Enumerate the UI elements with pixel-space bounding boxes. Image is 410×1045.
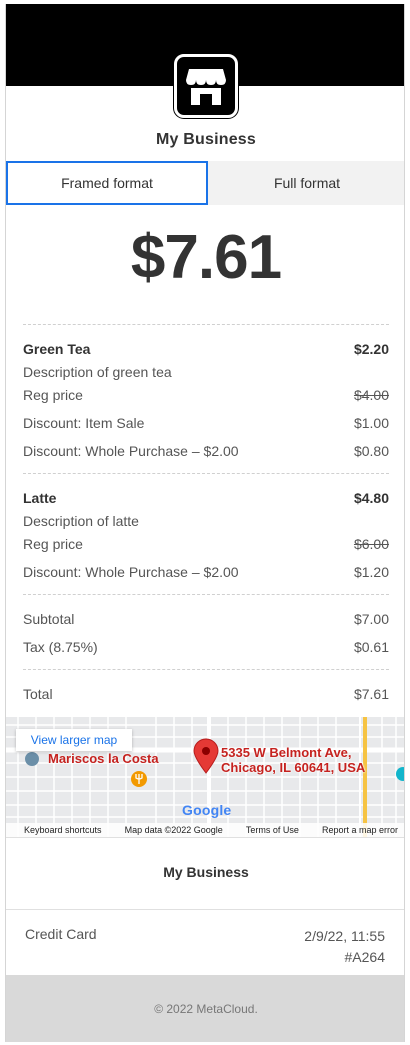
reg-price-row: Reg price $6.00 [23,534,389,554]
terms-of-use-link[interactable]: Terms of Use [246,825,299,835]
item-name: Latte [23,490,57,506]
map-address-line2: Chicago, IL 60641, USA [221,760,366,775]
reg-price-label: Reg price [23,387,83,403]
discount-value: $0.80 [353,443,389,459]
discount-value: $1.20 [353,564,389,580]
discount-value: $1.00 [353,415,389,431]
map-place-label[interactable]: Mariscos la Costa [48,751,159,766]
discount-label: Discount: Whole Purchase – $2.00 [23,564,239,580]
total-amount: $7.61 [130,223,282,292]
reg-price-value: $6.00 [353,536,389,552]
divider [23,594,389,595]
item-description: Description of latte [23,513,139,529]
tax-row: Tax (8.75%) $0.61 [23,637,389,657]
divider [23,473,389,474]
line-item-header: Latte $4.80 [23,488,389,508]
storefront-icon [174,54,238,118]
map-footer: Keyboard shortcuts Map data ©2022 Google… [6,823,404,837]
receipt-id: #A264 [344,949,385,965]
divider [23,669,389,670]
keyboard-shortcuts-link[interactable]: Keyboard shortcuts [24,825,102,835]
payment-datetime: 2/9/22, 11:55 [304,928,385,944]
tab-full-format[interactable]: Full format [208,161,404,205]
tab-framed-format[interactable]: Framed format [6,161,208,205]
total-value: $7.61 [353,686,389,702]
map-data-attribution: Map data ©2022 Google [124,825,223,835]
location-map[interactable]: View larger map Mariscos la Costa 5335 W… [6,717,404,837]
item-description-row: Description of latte [23,511,389,531]
reg-price-value: $4.00 [353,387,389,403]
subtotal-row: Subtotal $7.00 [23,609,389,629]
discount-label: Discount: Whole Purchase – $2.00 [23,443,239,459]
copyright-footer: © 2022 MetaCloud. [6,975,404,1042]
divider [6,837,404,838]
view-larger-map-link[interactable]: View larger map [16,729,132,751]
item-description-row: Description of green tea [23,362,389,382]
divider [6,909,404,910]
google-logo: Google [182,802,232,818]
divider [23,324,389,325]
map-address-line1: 5335 W Belmont Ave, [221,745,352,760]
discount-row: Discount: Whole Purchase – $2.00 $0.80 [23,441,389,461]
subtotal-value: $7.00 [353,611,389,627]
discount-row: Discount: Whole Purchase – $2.00 $1.20 [23,562,389,582]
discount-row: Discount: Item Sale $1.00 [23,413,389,433]
subtotal-label: Subtotal [23,611,75,627]
total-row: Total $7.61 [23,684,389,704]
item-price: $2.20 [353,341,389,357]
discount-label: Discount: Item Sale [23,415,145,431]
reg-price-row: Reg price $4.00 [23,385,389,405]
tax-value: $0.61 [353,639,389,655]
payment-method: Credit Card [25,926,97,942]
report-map-error-link[interactable]: Report a map error [322,825,398,835]
reg-price-label: Reg price [23,536,83,552]
item-description: Description of green tea [23,364,172,380]
item-price: $4.80 [353,490,389,506]
tax-label: Tax (8.75%) [23,639,98,655]
format-tabs: Framed format Full format [6,161,404,205]
receipt-frame: My Business Framed format Full format $7… [5,4,405,1042]
footer-business-name: My Business [163,864,249,880]
business-name: My Business [155,131,256,148]
map-address: 5335 W Belmont Ave, Chicago, IL 60641, U… [221,745,365,775]
line-item-header: Green Tea $2.20 [23,339,389,359]
payment-meta: 2/9/22, 11:55 #A264 [304,926,385,968]
item-name: Green Tea [23,341,91,357]
total-label: Total [23,686,53,702]
